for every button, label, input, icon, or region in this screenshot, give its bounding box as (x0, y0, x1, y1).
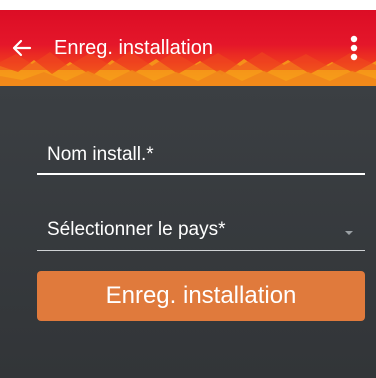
arrow-left-icon (12, 39, 32, 57)
save-installation-button-label: Enreg. installation (105, 282, 297, 309)
page-title: Enreg. installation (54, 37, 213, 59)
country-select[interactable]: Sélectionner le pays* (37, 214, 365, 251)
app-screen: Enreg. installation Nom install.* Sélect… (0, 0, 376, 378)
toolbar: Enreg. installation (0, 10, 376, 86)
caret-down-icon (345, 231, 353, 235)
back-button[interactable] (2, 32, 42, 64)
more-vertical-icon (350, 35, 358, 61)
country-select-label: Sélectionner le pays* (47, 219, 226, 240)
installation-name-field[interactable]: Nom install.* (37, 137, 365, 175)
save-installation-button[interactable]: Enreg. installation (37, 271, 365, 321)
overflow-menu-button[interactable] (340, 32, 368, 64)
form-panel: Nom install.* Sélectionner le pays* Enre… (0, 86, 376, 378)
installation-name-label: Nom install.* (47, 144, 154, 165)
